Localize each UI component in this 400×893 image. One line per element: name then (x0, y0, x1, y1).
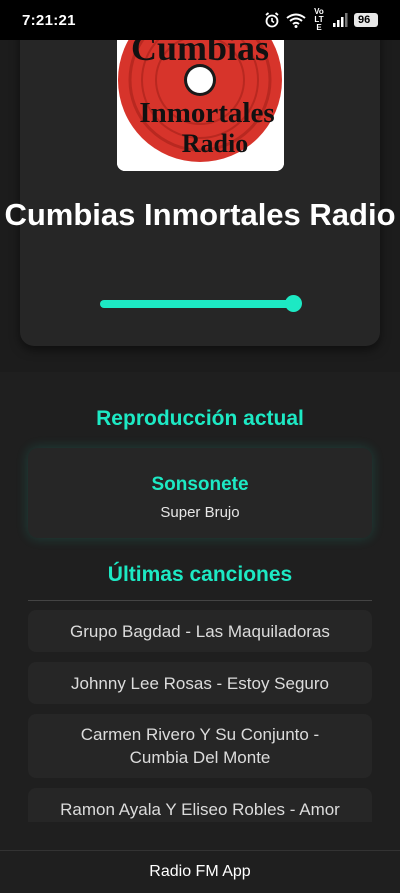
album-disc-image: Cumbias Inmortales Radio (117, 30, 284, 171)
history-divider (28, 600, 372, 601)
now-playing-card: Sonsonete Super Brujo (28, 448, 372, 538)
status-time: 7:21:21 (22, 11, 76, 29)
now-playing-heading: Reproducción actual (96, 407, 304, 430)
svg-text:Radio: Radio (182, 129, 248, 158)
volte-indicator: Vo LTE (314, 7, 324, 32)
status-bar: 7:21:21 Vo LTE 96 (0, 0, 400, 40)
wifi-icon (286, 13, 306, 28)
bottom-app-bar: Radio FM App (0, 850, 400, 893)
app-name-label: Radio FM App (149, 863, 251, 880)
now-playing-artist: Super Brujo (160, 504, 240, 521)
volume-slider-thumb[interactable] (285, 295, 302, 312)
volume-slider[interactable] (100, 300, 294, 308)
now-playing-song: Sonsonete (151, 474, 249, 495)
album-art: Cumbias Inmortales Radio (117, 30, 284, 171)
list-item[interactable]: Grupo Bagdad - Las Maquiladoras (28, 610, 372, 652)
battery-icon: 96 (354, 13, 378, 27)
status-icons: Vo LTE 96 (264, 8, 378, 32)
list-item[interactable]: Johnny Lee Rosas - Estoy Seguro (28, 662, 372, 704)
list-item[interactable]: Carmen Rivero Y Su Conjunto - Cumbia Del… (28, 714, 372, 778)
list-item[interactable]: Ramon Ayala Y Eliseo Robles - Amor (28, 788, 372, 822)
svg-text:Inmortales: Inmortales (139, 97, 274, 129)
recent-songs-list[interactable]: Grupo Bagdad - Las Maquiladoras Johnny L… (28, 608, 372, 822)
history-heading: Últimas canciones (107, 563, 293, 586)
station-title: Cumbias Inmortales Radio (4, 197, 396, 232)
signal-icon (332, 13, 348, 27)
alarm-icon (264, 12, 280, 28)
